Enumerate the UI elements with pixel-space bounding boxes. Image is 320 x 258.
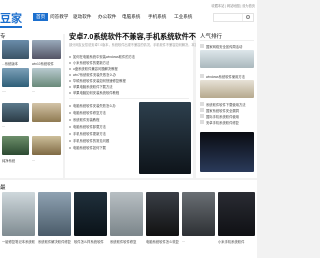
article-link[interactable]: 华硕系统软件安装如何快速修复教程: [69, 78, 126, 83]
left-panel: 专 ...系统版本 win10系统软件 .... ... ... 纯净系统 ..…: [0, 28, 63, 178]
rank-number: [200, 114, 204, 118]
thumb-caption[interactable]: ...: [32, 158, 61, 162]
bullet-icon: [69, 126, 71, 129]
grid-thumb[interactable]: [218, 192, 255, 236]
nav-item-qa[interactable]: 问答教学: [50, 14, 68, 20]
thumb-caption[interactable]: ....: [2, 89, 29, 93]
article-link[interactable]: 电脑系统软件如何下载: [69, 145, 106, 150]
thumb-image[interactable]: [2, 40, 29, 59]
grid-caption[interactable]: 一键修复笔记本系统软件: [2, 239, 35, 244]
nav-item-pc-system[interactable]: 电脑系统: [122, 14, 140, 20]
bullet-icon: [69, 74, 71, 77]
article-link[interactable]: 电脑系统软件安装失败怎么办: [69, 103, 116, 108]
article-link[interactable]: 手机系统软件更新方法: [69, 131, 106, 136]
article-link[interactable]: 系统软件安装教程: [69, 117, 99, 122]
nav-item-home[interactable]: 首页: [33, 13, 49, 21]
ranking-item[interactable]: 国家系统软件安全漏洞: [200, 108, 239, 113]
divider: [69, 98, 189, 99]
thumb-caption[interactable]: win10系统软件: [32, 61, 61, 66]
ranking-thumb[interactable]: [200, 50, 254, 68]
article-link[interactable]: 小米系统软件的更新方法: [69, 60, 109, 65]
grid-caption[interactable]: 软件怎么样系统软件: [74, 239, 107, 244]
thumb-image[interactable]: [2, 68, 29, 87]
bullet-icon: [69, 56, 71, 59]
rank-number: [200, 108, 204, 112]
thumb-image[interactable]: [32, 103, 61, 122]
thumb-caption[interactable]: ...: [32, 89, 61, 93]
top-links[interactable]: 收藏本站 | 网站地图 | 设为首页: [212, 3, 255, 8]
nav-item-office[interactable]: 办公软件: [98, 14, 116, 20]
ranking-item[interactable]: 国家网络安全宣传周活动: [200, 44, 242, 49]
bullet-icon: [69, 147, 71, 150]
article-link[interactable]: 苹果电脑系统软件下载方法: [69, 84, 113, 89]
bottom-panel: 最 一键修复笔记本系统软件 系统软件解决软件修复 软件怎么样系统软件 系统软件软…: [0, 180, 257, 258]
thumb-caption[interactable]: ...系统版本: [2, 61, 29, 66]
grid-caption[interactable]: 电脑系统软件怎么恢复: [146, 239, 179, 244]
bullet-icon: [69, 140, 71, 143]
thumb-image[interactable]: [2, 103, 29, 122]
main-content: 安卓7.0系统软件不兼容,手机系统软件不兼 部分网友反馈说安卓7.0版本，系统软…: [65, 28, 226, 178]
article-link[interactable]: u盘系统软件兼容问题解决教程: [69, 66, 118, 71]
thumb-image[interactable]: [2, 136, 29, 155]
grid-thumb[interactable]: [146, 192, 179, 236]
article-link[interactable]: 电脑系统软件修复方法: [69, 110, 106, 115]
ranking-item[interactable]: 安卓手机系统软件修复: [200, 120, 239, 125]
thumb-image[interactable]: [32, 68, 61, 87]
bullet-icon: [69, 133, 71, 136]
bullet-icon: [69, 92, 71, 95]
bullet-icon: [69, 68, 71, 71]
left-section-title: 专: [0, 34, 6, 40]
grid-thumb[interactable]: [182, 192, 215, 236]
ranking-item[interactable]: windows系统软件使用方法: [200, 74, 245, 79]
rank-number: [200, 120, 204, 124]
ranking-item[interactable]: 系统软件软件下载使用方法: [200, 102, 246, 107]
article-link[interactable]: 电脑系统软件卸载方法: [69, 124, 106, 129]
thumb-image[interactable]: [32, 40, 61, 59]
ranking-title: 人气排行: [200, 34, 223, 40]
site-logo[interactable]: 豆家: [0, 10, 22, 26]
article-link[interactable]: 手机系统软件的常见问题: [69, 138, 109, 143]
article-link[interactable]: 苹果电脑如何安装系统软件教程: [69, 90, 119, 95]
nav-item-industrial[interactable]: 工业系统: [174, 14, 192, 20]
grid-caption[interactable]: ...: [182, 239, 215, 243]
grid-thumb[interactable]: [74, 192, 107, 236]
rank-number: [200, 44, 204, 48]
search-button[interactable]: [242, 14, 253, 21]
feature-image[interactable]: [139, 102, 191, 174]
grid-caption[interactable]: 系统软件软件修复: [110, 239, 143, 244]
grid-caption[interactable]: 系统软件解决软件修复: [38, 239, 71, 244]
grid-thumb[interactable]: [110, 192, 143, 236]
ranking-panel: 人气排行 国家网络安全宣传周活动 windows系统软件使用方法 系统软件软件下…: [196, 28, 257, 178]
article-link[interactable]: 如何在电脑系统中安装windows软件的方法: [69, 54, 135, 59]
bullet-icon: [69, 86, 71, 89]
grid-thumb[interactable]: [38, 192, 71, 236]
headline[interactable]: 安卓7.0系统软件不兼容,手机系统软件不兼: [69, 32, 203, 42]
ranking-thumb[interactable]: [200, 80, 254, 98]
bullet-icon: [69, 62, 71, 65]
bullet-icon: [69, 105, 71, 108]
nav-item-drivers[interactable]: 驱动软件: [73, 14, 91, 20]
thumb-caption[interactable]: 纯净系统: [2, 158, 29, 163]
rank-number: [200, 74, 204, 78]
article-link[interactable]: win7系统软件安装失败怎么办: [69, 72, 116, 77]
bullet-icon: [69, 112, 71, 115]
thumb-caption[interactable]: ...: [2, 124, 29, 128]
thumb-image[interactable]: [32, 136, 61, 155]
grid-caption[interactable]: 小米手机系统软件: [218, 239, 255, 244]
ranking-item[interactable]: 国际手机系统软件使用: [200, 114, 239, 119]
ranking-feature-image[interactable]: [200, 132, 254, 172]
search-icon: [246, 15, 250, 19]
grid-thumb[interactable]: [2, 192, 35, 236]
bullet-icon: [69, 119, 71, 122]
search-box[interactable]: [213, 13, 254, 22]
rank-number: [200, 102, 204, 106]
bottom-section-title: 最: [0, 185, 6, 191]
divider: [200, 40, 254, 41]
nav-item-mobile-system[interactable]: 手机系统: [148, 14, 166, 20]
bullet-icon: [69, 80, 71, 83]
